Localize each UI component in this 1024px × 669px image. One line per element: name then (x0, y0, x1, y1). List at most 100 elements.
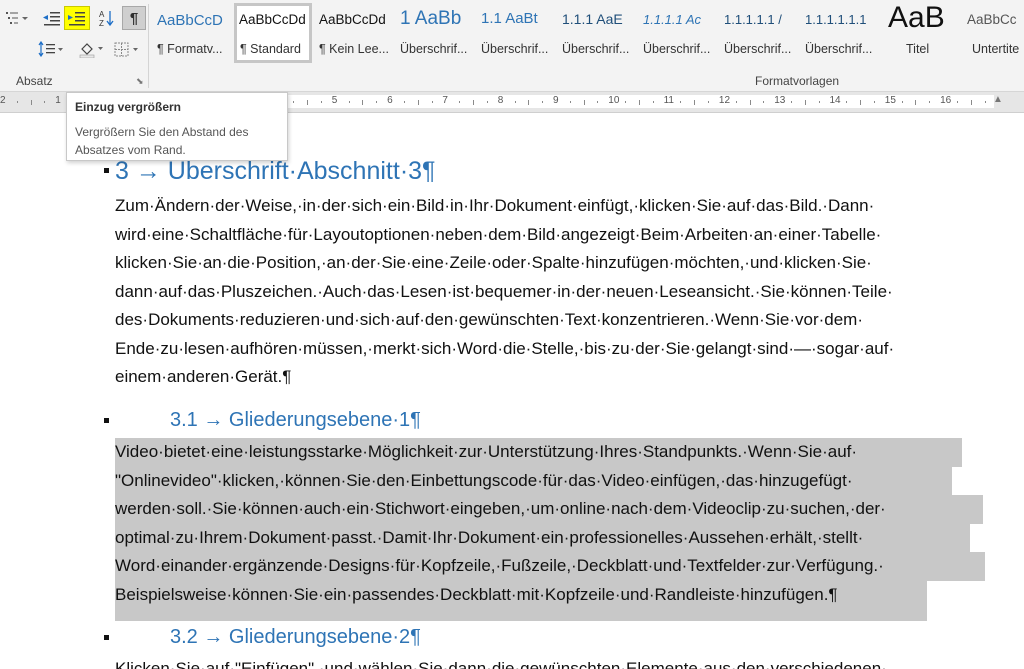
ruler-tick (362, 99, 364, 105)
body-paragraph-1: Zum·Ändern·der·Weise,·in·der·sich·ein·Bi… (115, 192, 990, 392)
style-card[interactable]: 1.1.1.1 Ac Überschrif... (639, 3, 717, 63)
text-line: Zum·Ändern·der·Weise,·in·der·sich·ein·Bi… (115, 196, 875, 215)
ruler-tick (749, 99, 751, 105)
style-preview: 1.1.1.1.1 / (724, 12, 782, 27)
style-name: Überschrif... (724, 42, 792, 56)
heading-level2: 3.2 → Gliederungsebene·2¶ (170, 626, 421, 648)
ruler-tick (818, 101, 820, 103)
ruler-tick (791, 101, 793, 103)
borders-button[interactable] (110, 38, 142, 60)
ruler-tick (514, 101, 516, 103)
ruler-tick (583, 99, 585, 105)
multilevel-list-button[interactable] (2, 7, 32, 29)
ruler-tick (376, 101, 378, 103)
style-preview: AaBbCcD (157, 12, 223, 29)
paragraph-group: A Z ¶ Absatz ⬊ (0, 0, 148, 91)
ruler-tick (569, 101, 571, 103)
style-card[interactable]: AaBbCcD ¶ Formatv... (153, 3, 231, 63)
heading-level2: 3.1 → Gliederungsebene·1¶ (170, 409, 421, 431)
ruler-tick (763, 101, 765, 103)
style-card[interactable]: AaBbCc Untertite (963, 3, 1024, 63)
ruler-number: 6 (387, 95, 393, 106)
document-page[interactable]: 3 → Überschrift·Abschnitt·3¶ Zum·Ändern·… (0, 113, 1024, 669)
line-spacing-button[interactable] (36, 38, 66, 60)
style-card[interactable]: 1.1.1.1.1 / Überschrif... (720, 3, 798, 63)
decrease-indent-button[interactable] (40, 7, 64, 29)
style-preview: AaBbCc (967, 12, 1017, 27)
ruler-tick (307, 99, 309, 105)
tooltip-title: Einzug vergrößern (75, 100, 182, 114)
ruler-tick (473, 99, 475, 105)
selected-text-line: werden·soll.·Sie·können·auch·ein·Stichwo… (115, 495, 983, 524)
svg-text:A: A (99, 10, 105, 19)
ruler-number: 1 (55, 95, 61, 106)
style-name: Untertite (972, 42, 1020, 56)
multilevel-list-icon (6, 12, 28, 24)
ruler-tick (956, 101, 958, 103)
ruler-tick (929, 101, 931, 103)
ruler-tick (542, 101, 544, 103)
text-line: Klicken·Sie·auf·"Einfügen",·und·wählen·S… (115, 659, 887, 669)
shading-button[interactable] (76, 38, 106, 60)
style-name: Überschrif... (562, 42, 630, 56)
line-spacing-icon (38, 41, 63, 57)
dialog-launcher-icon[interactable]: ⬊ (136, 76, 144, 87)
style-card[interactable]: 1.1.1 AaE Überschrif... (558, 3, 636, 63)
show-formatting-button[interactable]: ¶ (122, 6, 146, 30)
ruler-number: 2 (0, 95, 6, 106)
selected-text-line: optimal·zu·Ihrem·Dokument·passt.·Damit·I… (115, 523, 970, 552)
style-name: Überschrif... (643, 42, 711, 56)
selected-text-line: Beispielsweise·können·Sie·ein·passendes·… (115, 580, 927, 621)
ruler-tick (652, 101, 654, 103)
ruler-tick (915, 99, 917, 105)
tooltip-text: Vergrößern Sie den Abstand des Absatzes … (75, 125, 249, 157)
ruler-tick (597, 101, 599, 103)
paragraph-mark-bullet (104, 418, 109, 423)
style-preview: AaBbCcDd (239, 12, 306, 27)
ruler-number: 9 (553, 95, 559, 106)
text-line: Ende·zu·lesen·aufhören·müssen,·merkt·sic… (115, 338, 895, 358)
text-line: einem·anderen·Gerät.¶ (115, 367, 292, 386)
ruler-tick (984, 101, 986, 103)
style-preview: 1 AaBb (400, 8, 462, 29)
style-preview: 1.1.1.1 Ac (643, 12, 702, 27)
ruler-tick (970, 99, 972, 105)
style-card[interactable]: AaB Titel (882, 3, 960, 63)
ruler-number: 15 (884, 95, 896, 106)
ruler-tick (417, 99, 419, 105)
ruler-number: 12 (718, 95, 731, 106)
right-indent-marker-icon[interactable]: ▲ (993, 95, 1003, 105)
increase-indent-button[interactable] (64, 6, 90, 30)
style-card-selected[interactable]: AaBbCcDd ¶ Standard (234, 3, 312, 63)
group-divider (148, 4, 149, 88)
ruler-tick (860, 99, 862, 105)
style-card[interactable]: 1.1 AaBt Überschrif... (477, 3, 555, 63)
style-card[interactable]: 1.1.1.1.1.1 Überschrif... (801, 3, 879, 63)
style-preview: 1.1 AaBt (481, 10, 538, 27)
text-line: dann·auf·das·Pluszeichen.·Auch·das·Lesen… (115, 281, 893, 301)
selected-text-line: Video·bietet·eine·leistungsstarke·Möglic… (115, 438, 962, 467)
style-name: Überschrif... (805, 42, 873, 56)
text-line: wird·eine·Schaltfläche·für·Layoutoptione… (115, 224, 882, 244)
style-name: Überschrif... (481, 42, 549, 56)
style-card[interactable]: AaBbCcDd ¶ Kein Lee... (315, 3, 393, 63)
styles-gallery: AaBbCcD ¶ Formatv... AaBbCcDd ¶ Standard… (151, 0, 1024, 88)
ruler-tick (625, 101, 627, 103)
ruler-number: 11 (663, 95, 674, 106)
ruler-tick (320, 101, 322, 103)
text-line: des·Dokuments·reduzieren·und·sich·auf·de… (115, 310, 864, 329)
style-name: ¶ Standard (240, 42, 301, 56)
heading-level1: 3 → Überschrift·Abschnitt·3¶ (115, 157, 436, 185)
tooltip: Einzug vergrößern Vergrößern Sie den Abs… (66, 92, 288, 161)
style-card[interactable]: 1 AaBb Überschrif... (396, 3, 474, 63)
ruler-tick (30, 99, 32, 105)
ruler-tick (348, 101, 350, 103)
sort-button[interactable]: A Z (94, 7, 118, 29)
ruler-tick (638, 99, 640, 105)
ruler-tick (804, 99, 806, 105)
ruler-tick (873, 101, 875, 103)
ruler-number: 5 (331, 95, 338, 106)
style-name: ¶ Kein Lee... (319, 42, 389, 56)
decrease-indent-icon (43, 12, 60, 26)
ruler-number: 16 (940, 95, 952, 106)
